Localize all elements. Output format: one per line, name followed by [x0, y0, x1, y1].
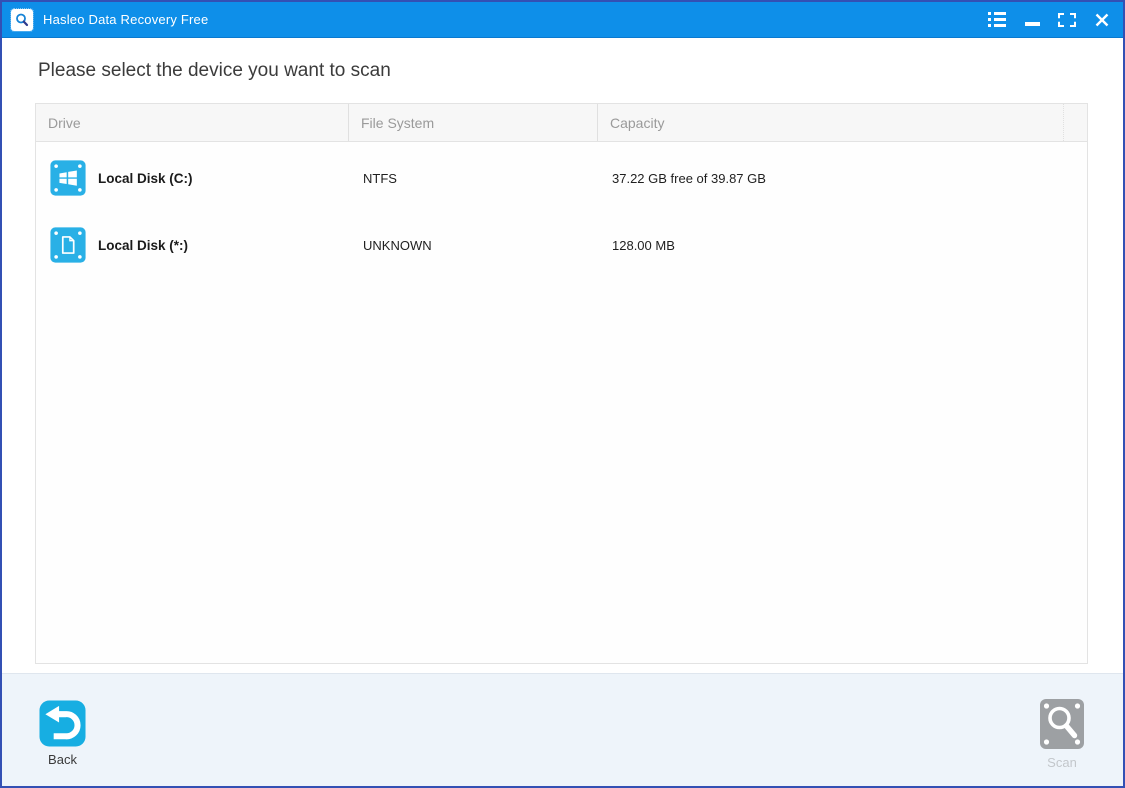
- windows-drive-icon: [50, 160, 86, 196]
- back-button-label: Back: [48, 752, 77, 767]
- scan-magnifier-icon: [1040, 699, 1084, 749]
- table-row-local-disk-c[interactable]: Local Disk (C:) NTFS 37.22 GB free of 39…: [36, 147, 1087, 209]
- title-bar: Hasleo Data Recovery Free: [2, 2, 1123, 38]
- drive-name: Local Disk (*:): [98, 237, 189, 253]
- column-header-file-system: File System: [349, 104, 598, 141]
- table-header: Drive File System Capacity: [36, 104, 1087, 142]
- window-controls: [984, 2, 1115, 37]
- footer-bar: Back Scan: [2, 673, 1123, 786]
- close-icon[interactable]: [1089, 7, 1115, 33]
- scan-button-disabled[interactable]: Scan: [1039, 698, 1085, 770]
- maximize-icon[interactable]: [1054, 7, 1080, 33]
- table-row-local-disk-unknown[interactable]: Local Disk (*:) UNKNOWN 128.00 MB: [36, 214, 1087, 276]
- unknown-partition-icon: [50, 227, 86, 263]
- menu-list-icon[interactable]: [984, 7, 1010, 33]
- window-title: Hasleo Data Recovery Free: [43, 12, 209, 27]
- app-logo-icon: [10, 7, 34, 32]
- page-title: Please select the device you want to sca…: [38, 60, 391, 81]
- back-arrow-icon: [39, 700, 86, 747]
- hasleo-window: { "window": { "title": "Hasleo Data Reco…: [0, 0, 1125, 788]
- minimize-icon[interactable]: [1019, 7, 1045, 33]
- column-header-capacity: Capacity: [598, 104, 1064, 141]
- file-system-value: NTFS: [363, 170, 397, 186]
- capacity-value: 128.00 MB: [612, 237, 675, 253]
- back-button[interactable]: Back: [39, 700, 86, 767]
- file-system-value: UNKNOWN: [363, 237, 432, 253]
- scan-button-label: Scan: [1047, 755, 1077, 770]
- column-header-drive: Drive: [36, 104, 349, 141]
- drive-name: Local Disk (C:): [98, 170, 193, 186]
- device-table: Drive File System Capacity Local Disk (C…: [35, 103, 1088, 664]
- capacity-value: 37.22 GB free of 39.87 GB: [612, 170, 766, 186]
